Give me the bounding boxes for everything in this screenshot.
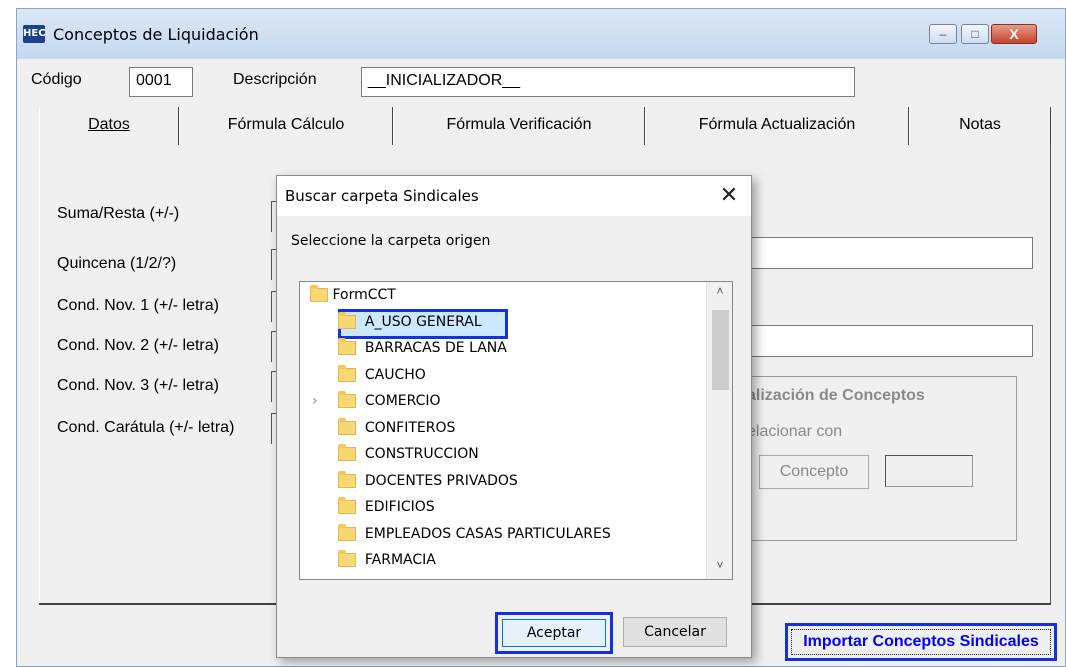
tree-root-label: FormCCT <box>332 287 396 303</box>
tree-item-label: CAUCHO <box>364 367 426 383</box>
right-field-2[interactable] <box>745 325 1033 357</box>
tree-item-label: CONSTRUCCION <box>364 446 479 462</box>
tree-root[interactable]: FormCCT <box>310 282 396 308</box>
tab-formula-actualizacion[interactable]: Fórmula Actualización <box>645 107 909 145</box>
tree-item[interactable]: EMPLEADOS CASAS PARTICULARES <box>338 521 611 547</box>
concepto-field[interactable] <box>885 455 973 487</box>
folder-icon <box>338 391 356 408</box>
tree-item[interactable]: EDIFICIOS <box>338 494 435 520</box>
folder-icon <box>310 285 328 302</box>
tab-formula-calculo[interactable]: Fórmula Cálculo <box>179 107 393 145</box>
tree-item-label: DOCENTES PRIVADOS <box>364 473 518 489</box>
expand-chevron-icon[interactable]: › <box>312 388 318 414</box>
dialog-title: Buscar carpeta Sindicales <box>285 187 479 205</box>
tree-item[interactable]: FARMACIA <box>338 547 436 573</box>
folder-tree[interactable]: FormCCT A_USO GENERAL BARRACAS DE LANA C… <box>299 281 733 580</box>
folder-icon <box>338 312 356 329</box>
folder-icon <box>338 418 356 435</box>
tree-item[interactable]: DOCENTES PRIVADOS <box>338 468 518 494</box>
tree-item-label: EDIFICIOS <box>364 499 435 515</box>
app-icon: HEC <box>23 25 46 43</box>
tab-formula-verificacion[interactable]: Fórmula Verificación <box>393 107 645 145</box>
descripcion-label: Descripción <box>233 71 317 88</box>
dialog-close-icon[interactable]: ✕ <box>715 182 743 210</box>
tree-item-label: FARMACIA <box>364 552 436 568</box>
cond-caratula-label: Cond. Carátula (+/- letra) <box>57 419 235 436</box>
tree-item[interactable]: COMERCIO <box>338 388 441 414</box>
scroll-thumb[interactable] <box>712 310 729 390</box>
close-button[interactable]: X <box>991 24 1037 44</box>
right-field-1[interactable] <box>745 237 1033 269</box>
folder-browser-dialog: Buscar carpeta Sindicales ✕ Seleccione l… <box>276 175 752 658</box>
dialog-title-bar: Buscar carpeta Sindicales ✕ <box>277 176 751 216</box>
tab-notas[interactable]: Notas <box>909 107 1051 145</box>
tree-item-selected[interactable]: A_USO GENERAL <box>338 309 482 335</box>
group-title: alización de Conceptos <box>747 387 925 404</box>
tab-label: Datos <box>88 116 130 133</box>
maximize-button[interactable]: □ <box>961 24 989 44</box>
tree-item-label: BARRACAS DE LANA <box>364 340 507 356</box>
folder-icon <box>338 524 356 541</box>
scroll-down-icon[interactable]: ˅ <box>707 558 732 578</box>
group-subtitle: elacionar con <box>747 423 843 440</box>
cancelar-button[interactable]: Cancelar <box>623 617 727 647</box>
cond-nov-2-label: Cond. Nov. 2 (+/- letra) <box>57 337 219 354</box>
folder-icon <box>338 471 356 488</box>
concepto-button[interactable]: Concepto <box>759 455 869 489</box>
descripcion-field[interactable]: __INICIALIZADOR__ <box>361 67 855 97</box>
tree-item-label: A_USO GENERAL <box>364 314 482 330</box>
cond-nov-1-label: Cond. Nov. 1 (+/- letra) <box>57 297 219 314</box>
folder-icon <box>338 444 356 461</box>
tree-item[interactable]: BARRACAS DE LANA <box>338 335 507 361</box>
tree-item[interactable]: CONSTRUCCION <box>338 441 479 467</box>
minimize-button[interactable]: – <box>929 24 957 44</box>
cond-nov-3-label: Cond. Nov. 3 (+/- letra) <box>57 377 219 394</box>
window-title: Conceptos de Liquidación <box>53 25 259 44</box>
tab-datos[interactable]: Datos <box>39 107 179 145</box>
tree-item[interactable]: CONFITEROS <box>338 415 455 441</box>
aceptar-button[interactable]: Aceptar <box>502 619 606 647</box>
import-button-label: Importar Conceptos Sindicales <box>791 629 1051 655</box>
dialog-prompt: Seleccione la carpeta origen <box>291 233 491 249</box>
folder-icon <box>338 550 356 567</box>
aceptar-highlight: Aceptar <box>495 612 613 654</box>
codigo-label: Código <box>31 71 82 88</box>
tree-item-label: EMPLEADOS CASAS PARTICULARES <box>364 526 611 542</box>
folder-icon <box>338 497 356 514</box>
title-bar: HEC Conceptos de Liquidación – □ X <box>17 9 1065 59</box>
scroll-up-icon[interactable]: ˄ <box>707 284 732 304</box>
tree-scrollbar[interactable]: ˄ ˅ <box>706 282 732 579</box>
codigo-field[interactable]: 0001 <box>129 67 193 97</box>
quincena-label: Quincena (1/2/?) <box>57 255 177 272</box>
tree-item-label: CONFITEROS <box>364 420 456 436</box>
tree-item[interactable]: CAUCHO <box>338 362 426 388</box>
suma-resta-label: Suma/Resta (+/-) <box>57 205 180 222</box>
folder-icon <box>338 338 356 355</box>
import-conceptos-button[interactable]: Importar Conceptos Sindicales <box>785 623 1057 661</box>
tree-item-label: COMERCIO <box>364 393 441 409</box>
folder-icon <box>338 365 356 382</box>
